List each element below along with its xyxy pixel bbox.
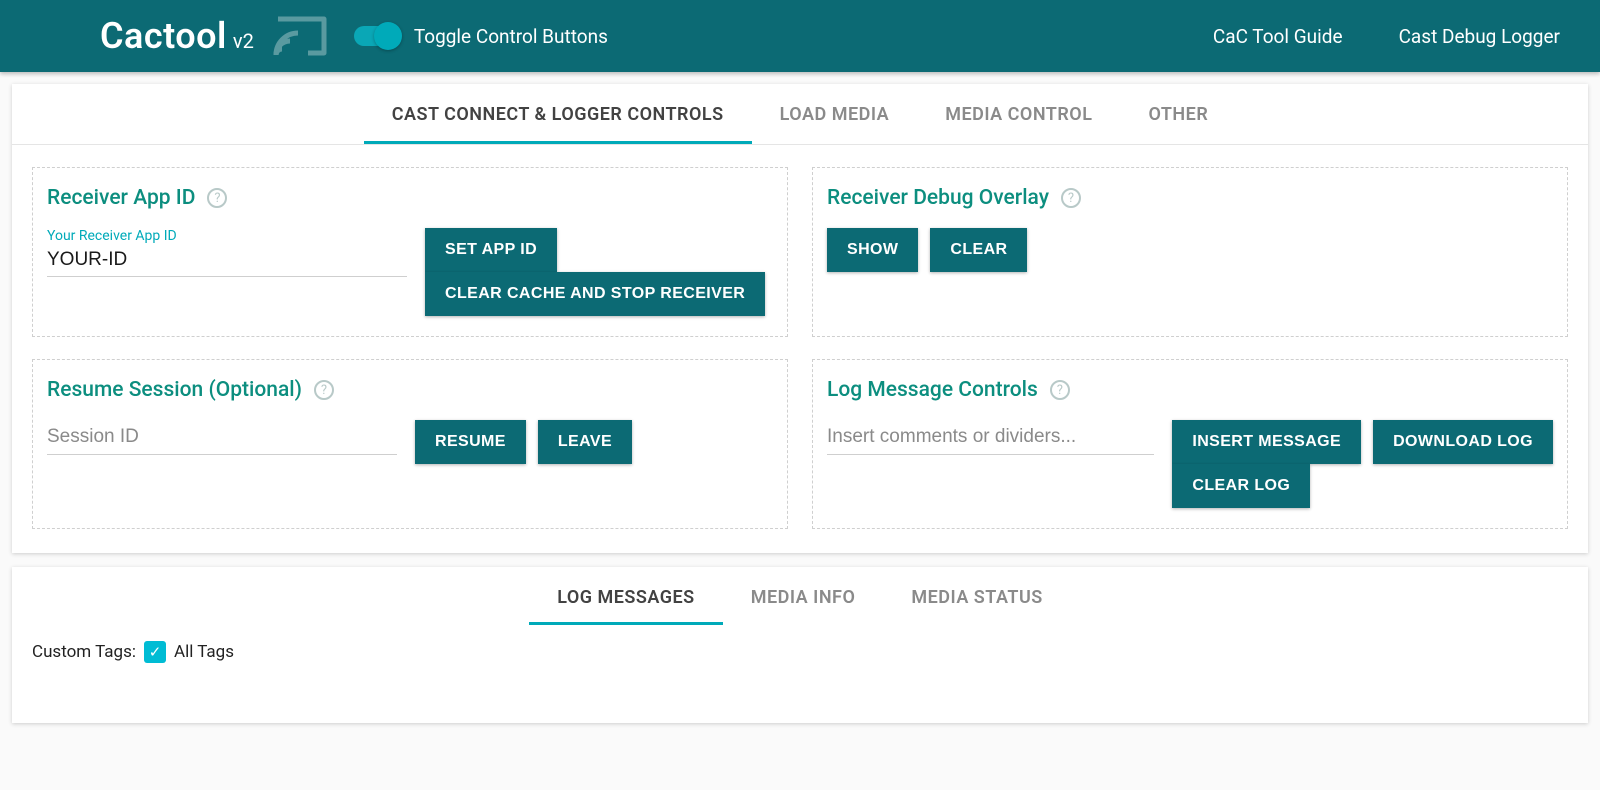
receiver-app-id-input[interactable] [47,246,407,277]
help-icon[interactable]: ? [314,380,334,400]
session-id-input[interactable] [47,420,397,455]
button-stack: SET APP ID CLEAR CACHE AND STOP RECEIVER [425,228,765,316]
card-title: Receiver Debug Overlay [827,186,1049,210]
receiver-app-id-field: Your Receiver App ID [47,228,407,277]
set-app-id-button[interactable]: SET APP ID [425,228,557,272]
clear-cache-stop-receiver-button[interactable]: CLEAR CACHE AND STOP RECEIVER [425,272,765,316]
clear-log-button[interactable]: CLEAR LOG [1172,464,1310,508]
header-bar: Cactool v2 Toggle Control Buttons CaC To… [0,0,1600,72]
tab-log-messages[interactable]: LOG MESSAGES [529,567,722,625]
cards-grid: Receiver App ID ? Your Receiver App ID S… [12,145,1588,553]
help-icon[interactable]: ? [207,188,227,208]
tabs-top: CAST CONNECT & LOGGER CONTROLS LOAD MEDI… [12,84,1588,145]
card-title: Receiver App ID [47,186,195,210]
help-icon[interactable]: ? [1050,380,1070,400]
log-buttons: INSERT MESSAGE DOWNLOAD LOG CLEAR LOG [1172,420,1553,508]
tab-other[interactable]: OTHER [1120,84,1236,144]
card-receiver-app-id: Receiver App ID ? Your Receiver App ID S… [32,167,788,337]
cast-debug-logger-link[interactable]: Cast Debug Logger [1399,25,1560,48]
card-log-controls: Log Message Controls ? INSERT MESSAGE DO… [812,359,1568,529]
card-resume-session: Resume Session (Optional) ? RESUME LEAVE [32,359,788,529]
all-tags-checkbox[interactable]: ✓ [144,641,166,663]
toggle-knob [374,22,402,50]
clear-button[interactable]: CLEAR [930,228,1027,272]
session-id-field [47,420,397,455]
log-comment-field [827,420,1154,455]
card-title: Log Message Controls [827,378,1038,402]
show-button[interactable]: SHOW [827,228,918,272]
tab-cast-connect[interactable]: CAST CONNECT & LOGGER CONTROLS [364,84,752,144]
toggle-wrap: Toggle Control Buttons [354,25,608,48]
tab-media-status[interactable]: MEDIA STATUS [883,567,1070,625]
brand-version: v2 [233,29,254,53]
resume-button[interactable]: RESUME [415,420,526,464]
field-label: Your Receiver App ID [47,228,407,244]
log-comment-input[interactable] [827,420,1154,455]
brand-name: Cactool [100,15,227,57]
card-debug-overlay: Receiver Debug Overlay ? SHOW CLEAR [812,167,1568,337]
brand: Cactool v2 [100,15,254,57]
cast-icon[interactable] [272,13,330,59]
custom-tags-label: Custom Tags: [32,642,136,662]
all-tags-label: All Tags [174,642,234,662]
check-icon: ✓ [149,645,162,660]
toggle-label: Toggle Control Buttons [414,25,608,48]
card-title: Resume Session (Optional) [47,378,302,402]
controls-panel: CAST CONNECT & LOGGER CONTROLS LOAD MEDI… [12,84,1588,553]
tabs-bottom: LOG MESSAGES MEDIA INFO MEDIA STATUS [12,567,1588,625]
control-buttons-toggle[interactable] [354,26,398,46]
tab-media-info[interactable]: MEDIA INFO [723,567,884,625]
insert-message-button[interactable]: INSERT MESSAGE [1172,420,1361,464]
custom-tags-row: Custom Tags: ✓ All Tags [12,625,1588,723]
download-log-button[interactable]: DOWNLOAD LOG [1373,420,1553,464]
log-panel: LOG MESSAGES MEDIA INFO MEDIA STATUS Cus… [12,567,1588,723]
tab-media-control[interactable]: MEDIA CONTROL [917,84,1120,144]
tab-load-media[interactable]: LOAD MEDIA [752,84,918,144]
help-icon[interactable]: ? [1061,188,1081,208]
header-links: CaC Tool Guide Cast Debug Logger [1213,25,1560,48]
cac-tool-guide-link[interactable]: CaC Tool Guide [1213,25,1343,48]
leave-button[interactable]: LEAVE [538,420,632,464]
